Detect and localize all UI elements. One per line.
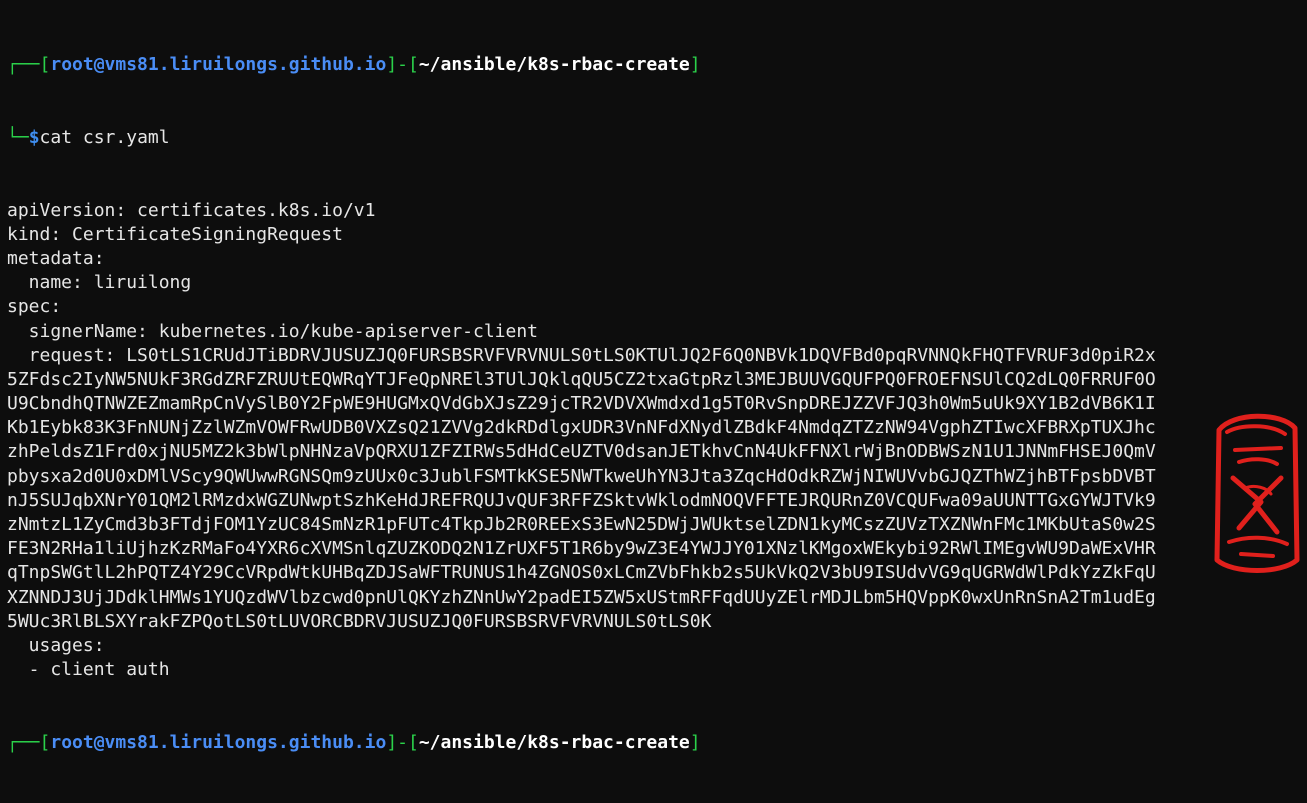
output-line: kind: CertificateSigningRequest (7, 223, 343, 245)
output-line: zhPeldsZ1Frd0xjNU5MZ2k3bWlpNHNzaVpQRXU1Z… (7, 441, 1156, 463)
output-line: signerName: kubernetes.io/kube-apiserver… (7, 320, 539, 342)
output-line: pbysxa2d0U0xDMlVScy9QWUwwRGNSQm9zUUx0c3J… (7, 465, 1156, 487)
prompt-symbol: $ (28, 127, 40, 148)
command-line: └─$cat csr.yaml (7, 127, 170, 148)
output-line: nJ5SUJqbXNrY01QM2lRMzdxWGZUNwptSzhKeHdJR… (7, 489, 1156, 511)
output-line: spec: (7, 296, 62, 318)
output-line: usages: (7, 634, 105, 656)
output-line: U9CbndhQTNWZEZmamRpCnVySlB0Y2FpWE9HUGMxQ… (7, 393, 1156, 415)
output-line: XZNNDJ3UjJDdklHMWs1YUQzdWVlbzcwd0pnUlQKY… (7, 586, 1156, 608)
output-line: zNmtzL1ZyCmd3b3FTdjFOM1YzUC84SmNzR1pFUTc… (7, 514, 1156, 536)
prompt-cwd: ~/ansible/k8s-rbac-create (418, 54, 690, 76)
terminal-output: ┌──[root@vms81.liruilongs.github.io]-[~/… (7, 5, 1307, 803)
prompt-user-host-2: root@vms81.liruilongs.github.io (50, 731, 387, 753)
prompt-line-1: ┌──[root@vms81.liruilongs.github.io]-[~/… (7, 54, 701, 76)
output-line: name: liruilong (7, 272, 192, 294)
red-seal-stamp-icon (1214, 413, 1300, 573)
command-output: apiVersion: certificates.k8s.io/v1 kind: … (7, 199, 1307, 683)
output-line: metadata: (7, 247, 105, 269)
output-line: 5WUc3RlBLSXYrakFZPQotLS0tLUVORCBDRVJUSUZ… (7, 610, 712, 632)
output-line: FE3N2RHa1liUjhzKzRMaFo4YXR6cXVMSnlqZUZKO… (7, 538, 1156, 560)
terminal-window[interactable]: ┌──[root@vms81.liruilongs.github.io]-[~/… (0, 0, 1307, 753)
output-line: qTnpSWGtlL2hPQTZ4Y29CcVRpdWtkUHBqZDJSaWF… (7, 562, 1156, 584)
output-line: - client auth (7, 659, 170, 681)
output-line: request: LS0tLS1CRUdJTiBDRVJUSUZJQ0FURSB… (7, 344, 1156, 366)
output-line: apiVersion: certificates.k8s.io/v1 (7, 199, 376, 221)
prompt-cwd-2: ~/ansible/k8s-rbac-create (418, 731, 690, 753)
output-line: 5ZFdsc2IyNW5NUkF3RGdZRFZRUUtEQWRqYTJFeQp… (7, 368, 1156, 390)
prompt-user-host: root@vms81.liruilongs.github.io (50, 54, 387, 76)
prompt-line-2: ┌──[root@vms81.liruilongs.github.io]-[~/… (7, 731, 701, 753)
output-line: Kb1Eybk83K3FnNUNjZzlWZmVOWFRwUDB0VXZsQ21… (7, 417, 1156, 439)
command-text: cat csr.yaml (39, 127, 170, 148)
